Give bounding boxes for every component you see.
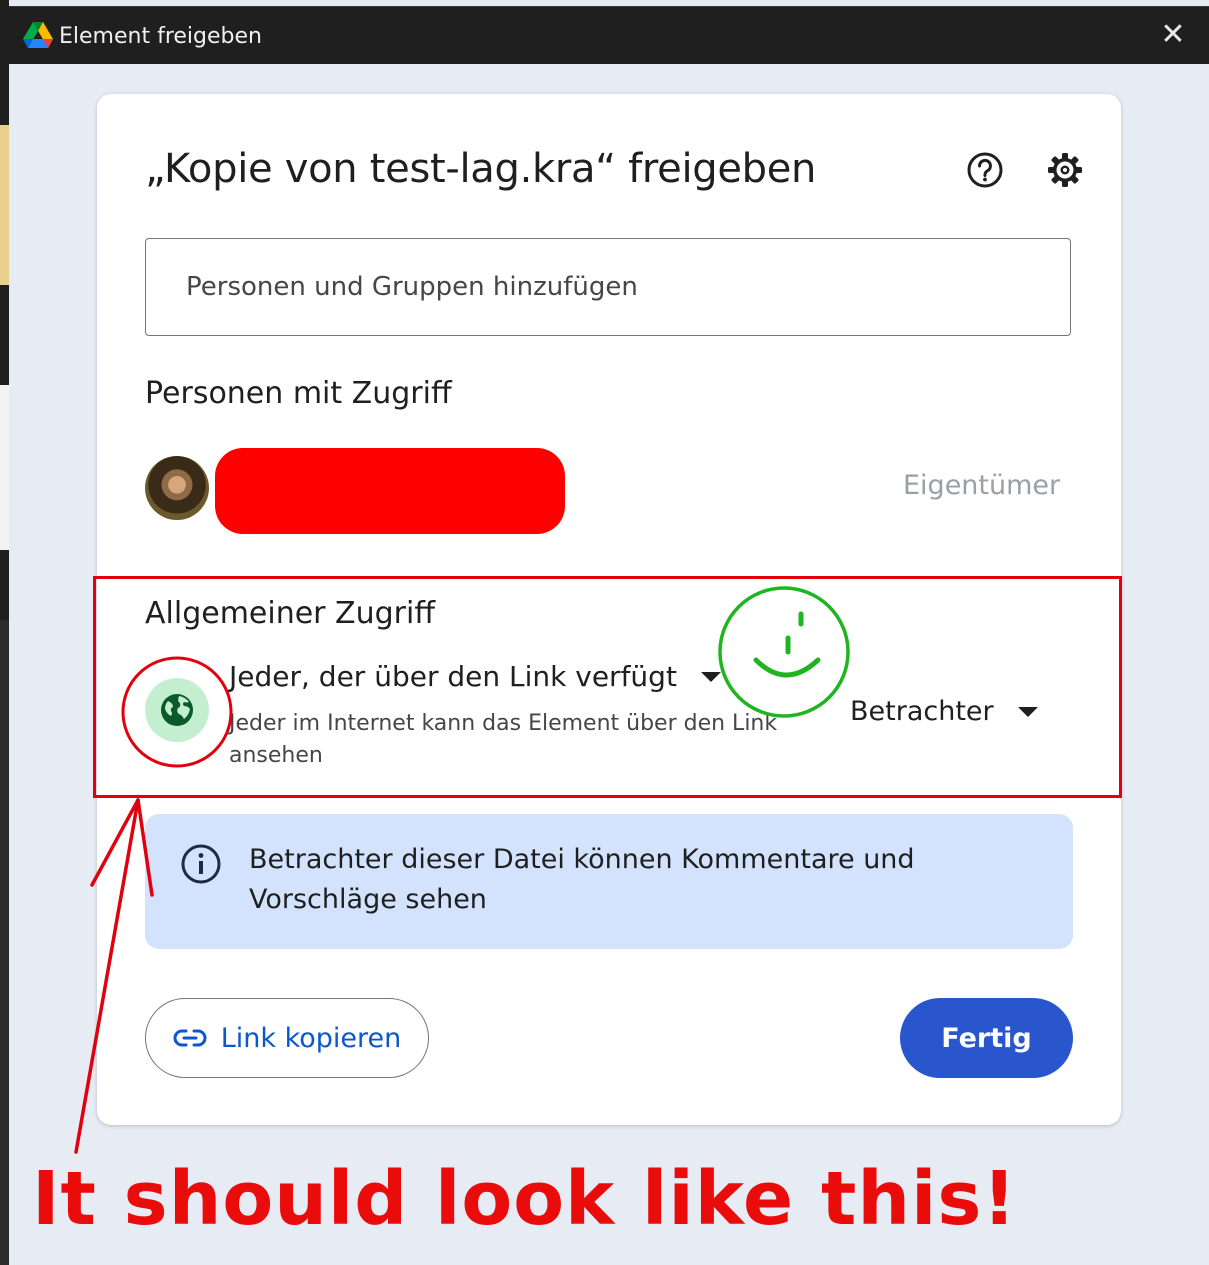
done-label: Fertig: [941, 1022, 1032, 1054]
owner-role-label: Eigentümer: [903, 470, 1061, 501]
people-with-access-heading: Personen mit Zugriff: [145, 376, 452, 411]
redacted-user-name: [215, 448, 565, 534]
background-app-fragment: [0, 125, 9, 285]
dialog-title: „Kopie von test-lag.kra“ freigeben: [145, 146, 817, 192]
background-app-fragment: [0, 385, 9, 550]
gear-icon[interactable]: [1045, 150, 1085, 190]
annotation-highlight-box: [93, 576, 1122, 798]
add-people-input[interactable]: [145, 238, 1071, 336]
window-titlebar: Element freigeben ✕: [9, 6, 1209, 65]
info-banner: Betrachter dieser Datei können Kommentar…: [145, 814, 1073, 949]
annotation-caption: It should look like this!: [32, 1156, 1018, 1242]
done-button[interactable]: Fertig: [900, 998, 1073, 1078]
avatar: [145, 456, 209, 520]
info-icon: [181, 844, 221, 884]
background-app-strip: [0, 0, 9, 1265]
close-icon[interactable]: ✕: [1155, 17, 1191, 53]
link-icon: [173, 1029, 207, 1047]
window-title: Element freigeben: [59, 24, 262, 49]
copy-link-label: Link kopieren: [220, 1022, 402, 1054]
google-drive-icon: [23, 22, 53, 48]
help-icon[interactable]: [965, 150, 1005, 190]
info-text: Betrachter dieser Datei können Kommentar…: [249, 844, 915, 915]
background-app-fragment: [0, 620, 9, 1265]
copy-link-button[interactable]: Link kopieren: [145, 998, 429, 1078]
